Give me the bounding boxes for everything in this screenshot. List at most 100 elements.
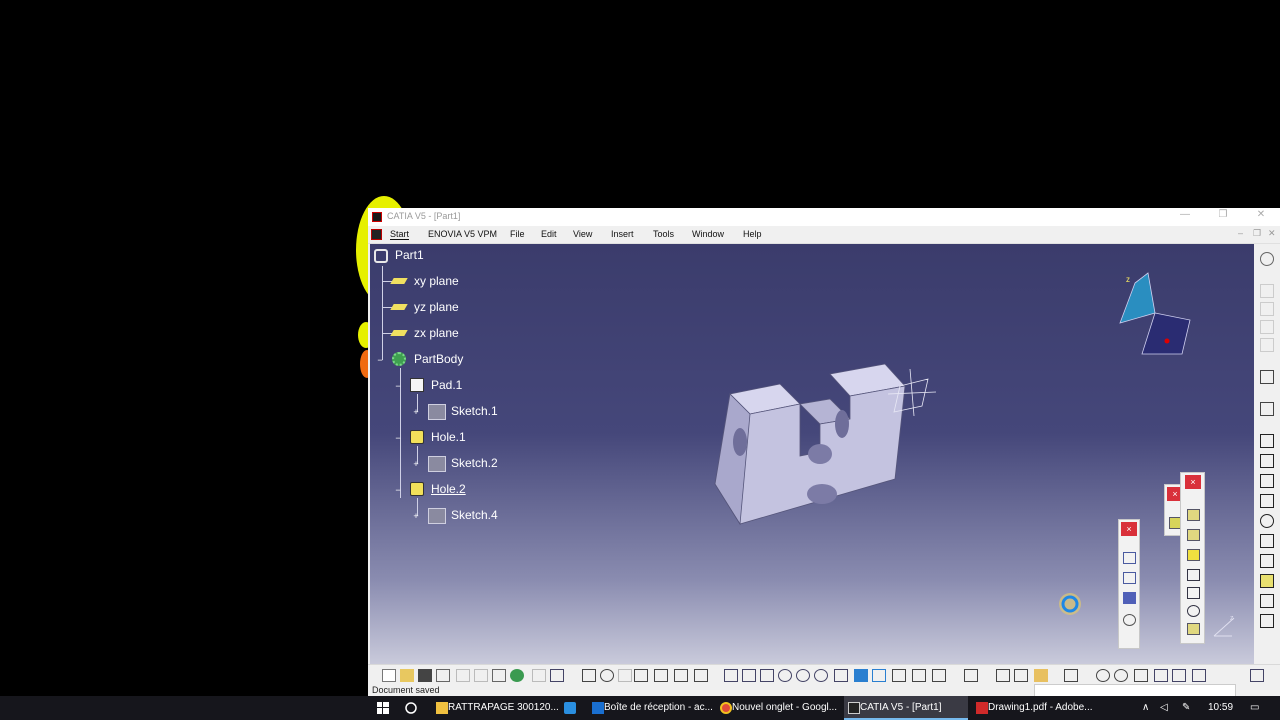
hole-tool-icon[interactable] <box>1260 514 1274 528</box>
swap-visible-icon[interactable] <box>932 669 946 682</box>
print-icon[interactable] <box>436 669 450 682</box>
tool-button-icon[interactable] <box>1187 569 1200 581</box>
quick-view-icon[interactable] <box>854 669 868 682</box>
expand-icon[interactable]: + <box>412 408 420 417</box>
collapse-icon[interactable]: − <box>394 382 402 391</box>
pad-tool-icon[interactable] <box>1260 434 1274 448</box>
help-icon[interactable] <box>550 669 564 682</box>
tool-button-icon[interactable] <box>1114 669 1128 682</box>
groove-tool-icon[interactable] <box>1260 494 1274 508</box>
sketcher-icon[interactable] <box>1260 402 1274 416</box>
clock[interactable]: 10:59 <box>1208 696 1233 720</box>
tool-button-icon[interactable] <box>964 669 978 682</box>
tool-button-icon[interactable] <box>654 669 668 682</box>
tool-button-icon[interactable] <box>1123 572 1136 584</box>
tool-button-icon[interactable] <box>618 669 632 682</box>
table-icon[interactable] <box>634 669 648 682</box>
part-3d-model[interactable] <box>700 344 950 534</box>
menu-window[interactable]: Window <box>692 229 724 239</box>
fly-mode-icon[interactable] <box>724 669 738 682</box>
document-icon[interactable] <box>371 229 382 240</box>
hide-show-icon[interactable] <box>912 669 926 682</box>
draft-tool-icon[interactable] <box>1260 614 1274 628</box>
compass-widget[interactable]: z <box>1110 268 1200 358</box>
open-icon[interactable] <box>400 669 414 682</box>
save-icon[interactable] <box>418 669 432 682</box>
rotate-icon[interactable] <box>778 669 792 682</box>
tool-button-icon[interactable] <box>1123 614 1136 626</box>
menu-view[interactable]: View <box>573 229 592 239</box>
close-icon[interactable]: × <box>1121 522 1137 536</box>
tool-button-icon[interactable] <box>1187 529 1200 541</box>
taskbar-item-outlook[interactable]: Boîte de réception - ac... <box>588 696 713 720</box>
gear-icon[interactable] <box>1260 252 1274 266</box>
mdi-minimize-button[interactable]: – <box>1238 228 1243 238</box>
zoom-in-icon[interactable] <box>796 669 810 682</box>
expand-icon[interactable]: + <box>412 460 420 469</box>
taskbar-item-catia[interactable]: CATIA V5 - [Part1] <box>844 696 968 720</box>
tool-button-icon[interactable] <box>1154 669 1168 682</box>
select-arrow-icon[interactable] <box>1260 370 1274 384</box>
pan-icon[interactable] <box>760 669 774 682</box>
shading-icon[interactable] <box>892 669 906 682</box>
rib-tool-icon[interactable] <box>1260 534 1274 548</box>
taskbar-item-chrome[interactable]: Nouvel onglet - Googl... <box>716 696 840 720</box>
tool-button-icon[interactable] <box>1187 549 1200 561</box>
tool-button-icon[interactable] <box>694 669 708 682</box>
new-icon[interactable] <box>382 669 396 682</box>
chamfer-tool-icon[interactable] <box>1260 594 1274 608</box>
taskbar-item-rattrapage[interactable]: RATTRAPAGE 300120... <box>432 696 559 720</box>
tool-button-icon[interactable] <box>1034 669 1048 682</box>
tool-button-icon[interactable] <box>1260 338 1274 352</box>
iso-view-icon[interactable] <box>872 669 886 682</box>
menu-start[interactable]: Start <box>390 229 410 240</box>
taskbar-item-pdf[interactable]: Drawing1.pdf - Adobe... <box>972 696 1096 720</box>
camera-icon[interactable] <box>1064 669 1078 682</box>
menu-edit[interactable]: Edit <box>541 229 557 239</box>
tool-button-icon[interactable] <box>674 669 688 682</box>
windows-start-icon[interactable] <box>377 702 389 714</box>
menu-file[interactable]: File <box>510 229 525 239</box>
search-icon[interactable] <box>405 702 417 714</box>
tool-button-icon[interactable] <box>1096 669 1110 682</box>
tool-button-icon[interactable] <box>1014 669 1028 682</box>
tool-button-icon[interactable] <box>1187 623 1200 635</box>
tool-button-icon[interactable] <box>1187 587 1200 599</box>
knowledge-icon[interactable] <box>600 669 614 682</box>
slot-tool-icon[interactable] <box>1260 554 1274 568</box>
tray-chevron-icon[interactable]: ∧ <box>1142 696 1149 720</box>
pen-icon[interactable]: ✎ <box>1182 696 1190 720</box>
tool-button-icon[interactable] <box>1192 669 1206 682</box>
tool-button-icon[interactable] <box>1123 592 1136 604</box>
collapse-icon[interactable]: − <box>394 486 402 495</box>
undo-icon[interactable] <box>510 669 524 682</box>
tool-button-icon[interactable] <box>1187 605 1200 617</box>
tool-button-icon[interactable] <box>1187 509 1200 521</box>
mdi-restore-button[interactable]: ❐ <box>1253 228 1261 239</box>
tool-button-icon[interactable] <box>1260 302 1274 316</box>
pocket-tool-icon[interactable] <box>1260 454 1274 468</box>
menu-help[interactable]: Help <box>743 229 762 239</box>
menu-enovia[interactable]: ENOVIA V5 VPM <box>428 229 497 239</box>
tool-button-icon[interactable] <box>1260 284 1274 298</box>
restore-button[interactable]: ❐ <box>1206 209 1240 220</box>
tool-button-icon[interactable] <box>1260 320 1274 334</box>
fit-all-icon[interactable] <box>742 669 756 682</box>
copy-icon[interactable] <box>474 669 488 682</box>
minimize-button[interactable]: — <box>1168 209 1202 220</box>
3d-viewport[interactable]: Part1 xy plane yz plane zx plane − PartB… <box>370 244 1254 664</box>
zoom-out-icon[interactable] <box>814 669 828 682</box>
close-icon[interactable]: × <box>1185 475 1201 489</box>
measure-icon[interactable] <box>996 669 1010 682</box>
tool-button-icon[interactable] <box>1123 552 1136 564</box>
redo-icon[interactable] <box>532 669 546 682</box>
collapse-icon[interactable]: − <box>376 356 384 365</box>
shaft-tool-icon[interactable] <box>1260 474 1274 488</box>
cut-icon[interactable] <box>456 669 470 682</box>
normal-view-icon[interactable] <box>834 669 848 682</box>
volume-icon[interactable]: ◁ <box>1160 696 1168 720</box>
paste-icon[interactable] <box>492 669 506 682</box>
mdi-close-button[interactable]: ✕ <box>1268 228 1276 239</box>
expand-icon[interactable]: + <box>412 512 420 521</box>
formula-icon[interactable] <box>582 669 596 682</box>
